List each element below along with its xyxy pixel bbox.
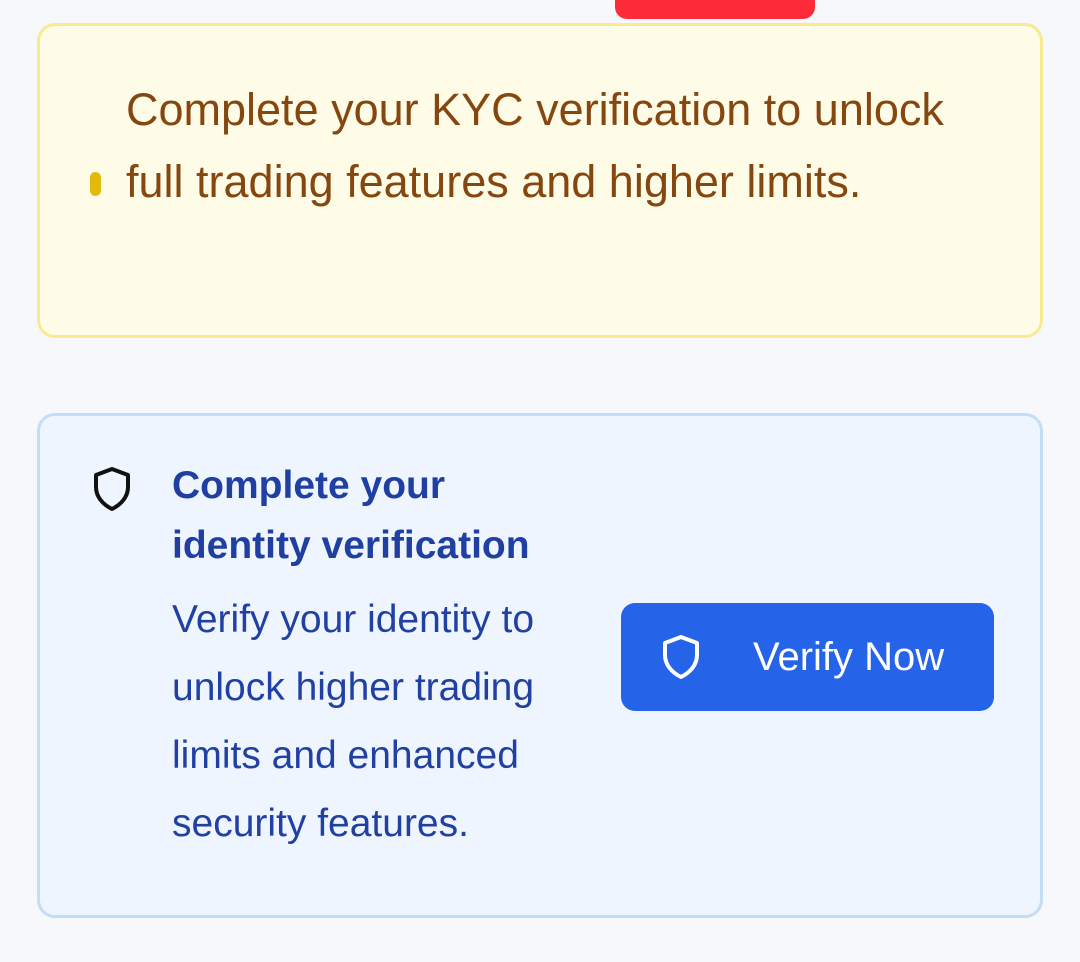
kyc-warning-banner: Complete your KYC verification to unlock… [37,23,1043,338]
verification-card-description: Verify your identity to unlock higher tr… [172,598,535,845]
verify-now-label: Verify Now [753,635,945,679]
verification-card-title: Complete your identity verification [172,464,530,567]
warning-dot-icon [90,172,101,196]
shield-icon [661,634,701,680]
identity-verification-card: Complete your identity verification Veri… [37,413,1043,918]
verify-now-button[interactable]: Verify Now [621,603,994,711]
shield-icon [92,466,132,512]
top-status-indicator [615,0,815,19]
kyc-banner-message: Complete your KYC verification to unlock… [126,84,944,207]
